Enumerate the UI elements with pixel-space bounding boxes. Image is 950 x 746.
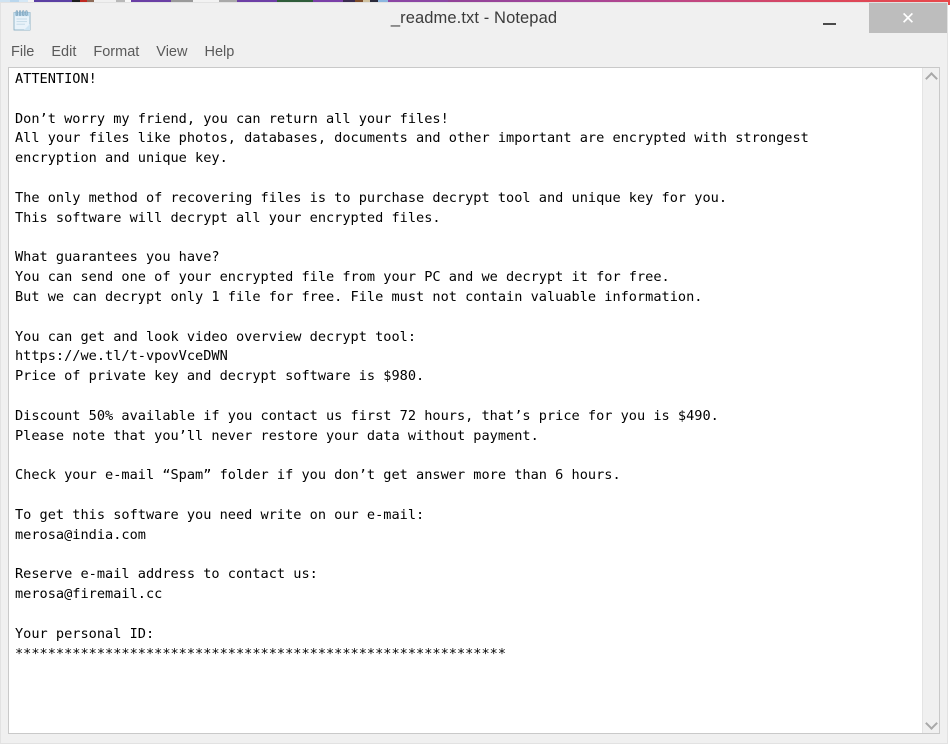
window-titlebar[interactable]: _readme.txt - Notepad ✕ [1, 3, 947, 39]
menu-item-help[interactable]: Help [204, 44, 234, 60]
menu-item-view[interactable]: View [156, 44, 187, 60]
menu-item-format[interactable]: Format [93, 44, 139, 60]
notepad-window: _readme.txt - Notepad ✕ File Edit Format… [0, 2, 948, 744]
close-icon: ✕ [900, 8, 916, 28]
chevron-up-icon [925, 71, 938, 85]
minimize-icon [822, 23, 836, 25]
screen: _readme.txt - Notepad ✕ File Edit Format… [0, 0, 950, 746]
text-editor[interactable]: ATTENTION! Don’t worry my friend, you ca… [9, 68, 922, 733]
notepad-icon [10, 8, 36, 34]
scroll-down-button[interactable] [923, 716, 940, 733]
menu-bar: File Edit Format View Help [1, 39, 947, 64]
vertical-scrollbar[interactable] [922, 68, 939, 733]
scroll-up-button[interactable] [923, 68, 940, 85]
menu-item-file[interactable]: File [11, 44, 34, 60]
editor-region: ATTENTION! Don’t worry my friend, you ca… [8, 67, 940, 734]
menu-item-edit[interactable]: Edit [51, 44, 76, 60]
close-button[interactable]: ✕ [869, 3, 947, 33]
minimize-button[interactable] [806, 5, 852, 35]
chevron-down-icon [925, 716, 938, 730]
